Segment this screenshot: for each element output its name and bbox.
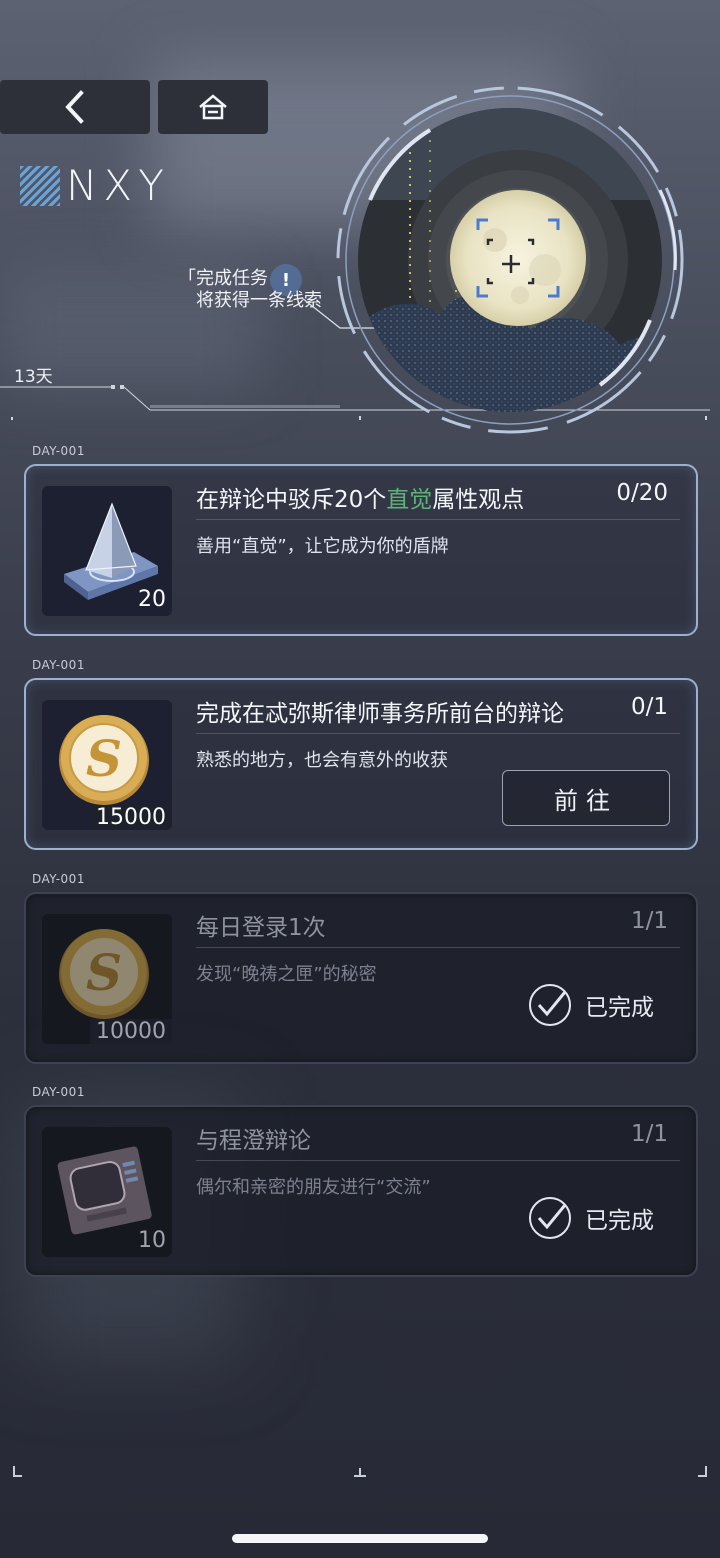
svg-text:S: S — [86, 729, 122, 788]
hint-line1: 「完成任务 — [178, 268, 268, 289]
back-button[interactable] — [0, 80, 150, 134]
reward-thumbnail: 10 — [42, 1127, 172, 1257]
reward-quantity-bg: 15000 — [90, 805, 172, 830]
reward-thumbnail: S 15000 — [42, 700, 172, 830]
task-title: 每日登录1次 — [196, 915, 326, 941]
go-button[interactable]: 前往 — [502, 770, 670, 826]
logo-text: NXY — [66, 161, 170, 210]
day-tag: DAY-001 — [32, 1085, 85, 1099]
card-divider — [196, 733, 680, 734]
task-card-completed[interactable]: 10 与程澄辩论 1/1 偶尔和亲密的朋友进行“交流” 已完成 — [24, 1105, 698, 1277]
reward-thumbnail: S 10000 — [42, 914, 172, 1044]
task-card[interactable]: S 15000 完成在忒弥斯律师事务所前台的辩论 0/1 熟悉的地方，也会有意外… — [24, 678, 698, 850]
task-description: 熟悉的地方，也会有意外的收获 — [196, 750, 448, 771]
logo-stripe-icon — [20, 166, 60, 206]
completed-label: 已完成 — [585, 995, 654, 1021]
day-tag: DAY-001 — [32, 658, 85, 672]
task-title-prefix: 在辩论中驳斥20个 — [196, 487, 387, 513]
completed-badge: 已完成 — [527, 1195, 654, 1241]
task-title: 完成在忒弥斯律师事务所前台的辩论 — [196, 701, 564, 727]
frame-corner-marks — [13, 1466, 707, 1477]
task-progress: 0/20 — [616, 480, 668, 506]
home-button[interactable] — [158, 80, 268, 134]
card-divider — [196, 947, 680, 948]
task-progress: 1/1 — [630, 908, 668, 934]
chevron-left-icon — [65, 90, 84, 124]
task-title-highlight: 直觉 — [386, 487, 433, 513]
svg-text:S: S — [86, 943, 122, 1002]
moon-dial — [330, 80, 690, 440]
completed-label: 已完成 — [585, 1208, 654, 1234]
task-card[interactable]: 20 在辩论中驳斥20个直觉属性观点 0/20 善用“直觉”，让它成为你的盾牌 — [24, 464, 698, 636]
moon-scene — [336, 86, 684, 434]
task-title-suffix: 属性观点 — [432, 487, 525, 513]
home-indicator[interactable] — [232, 1534, 488, 1543]
task-description: 善用“直觉”，让它成为你的盾牌 — [196, 536, 449, 557]
task-description: 偶尔和亲密的朋友进行“交流” — [196, 1177, 431, 1198]
task-progress: 0/1 — [630, 694, 668, 720]
completed-badge: 已完成 — [527, 982, 654, 1028]
day-tag: DAY-001 — [32, 444, 85, 458]
card-divider — [196, 1160, 680, 1161]
reward-quantity: 10000 — [96, 1019, 166, 1044]
reward-thumbnail: 20 — [42, 486, 172, 616]
task-title: 在辩论中驳斥20个直觉属性观点 — [196, 480, 524, 514]
task-progress: 1/1 — [630, 1121, 668, 1147]
home-icon — [199, 94, 227, 120]
check-circle-icon — [529, 1197, 571, 1239]
day-tag: DAY-001 — [32, 872, 85, 886]
reward-quantity: 10 — [138, 1228, 166, 1253]
card-divider — [196, 519, 680, 520]
task-card-completed[interactable]: S 10000 每日登录1次 1/1 发现“晚祷之匣”的秘密 已完成 — [24, 892, 698, 1064]
reward-quantity: 15000 — [96, 805, 166, 830]
reward-quantity: 20 — [138, 587, 166, 612]
task-title: 与程澄辩论 — [196, 1128, 311, 1154]
brand-logo: NXY — [20, 161, 170, 210]
reward-quantity-bg: 10000 — [90, 1019, 172, 1044]
task-description: 发现“晚祷之匣”的秘密 — [196, 964, 377, 985]
check-circle-icon — [529, 984, 571, 1026]
